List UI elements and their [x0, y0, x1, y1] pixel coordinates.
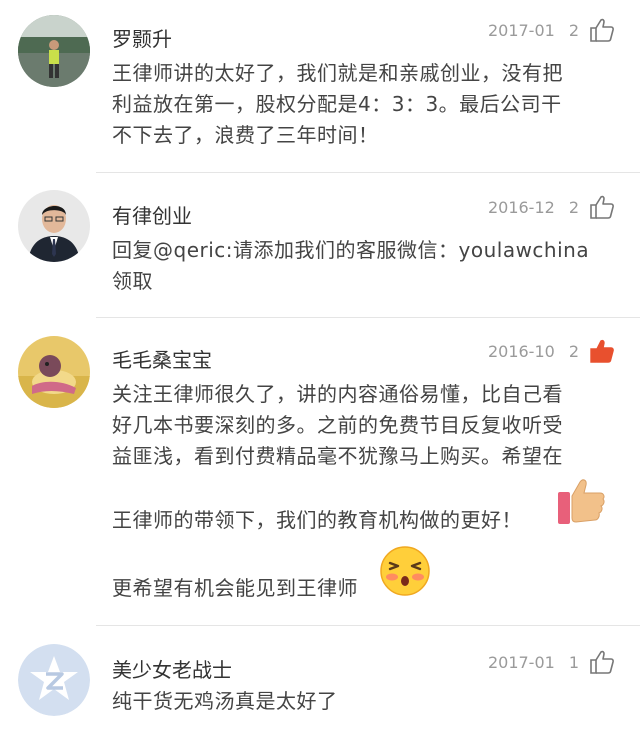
comment-meta: 2016-10 2 — [488, 338, 615, 364]
comment-item: 有律创业 2016-12 2 回复@qeric:请添加我们的客服微信：youla… — [0, 173, 640, 316]
comment-meta: 2016-12 2 — [488, 194, 615, 220]
comment-date: 2017-01 — [487, 20, 555, 40]
comment-text: 纯干货无鸡汤真是太好了 — [112, 686, 617, 717]
commenter-name[interactable]: 有律创业 — [112, 200, 192, 229]
thumbs-up-liked-icon[interactable] — [589, 338, 615, 364]
comment-text-continued: 更希望有机会能见到王律师 — [112, 573, 617, 604]
comment-line: 王律师的带领下，我们的教育机构做的更好！ — [112, 508, 522, 532]
commenter-name[interactable]: 毛毛桑宝宝 — [112, 344, 212, 373]
comment-item: 罗颢升 2017-01 2 王律师讲的太好了，我们就是和亲戚创业，没有把 利益放… — [0, 0, 640, 172]
comment-line: 更希望有机会能见到王律师 — [112, 576, 358, 600]
default-z-avatar-icon — [18, 644, 90, 716]
comment-line: 益匪浅，看到付费精品毫不犹豫马上购买。希望在 — [112, 444, 563, 468]
avatar[interactable] — [18, 190, 90, 262]
blushing-face-emoji-icon — [380, 546, 430, 596]
comment-meta: 2017-01 2 — [488, 17, 615, 43]
like-count: 2 — [568, 197, 579, 217]
man-in-suit-avatar-icon — [18, 190, 90, 262]
runner-avatar-icon — [18, 15, 90, 87]
comment-line: 关注王律师很久了，讲的内容通俗易懂，比自己看 — [112, 382, 563, 406]
avatar[interactable] — [18, 336, 90, 408]
toy-avatar-icon — [18, 336, 90, 408]
commenter-name[interactable]: 罗颢升 — [112, 23, 172, 52]
comment-line: 好几本书要深刻的多。之前的免费节目反复收听受 — [112, 413, 563, 437]
comment-text-continued: 王律师的带领下，我们的教育机构做的更好！ — [112, 505, 617, 536]
comment-meta: 2017-01 1 — [488, 649, 615, 675]
comment-date: 2016-12 — [487, 197, 555, 217]
avatar[interactable] — [18, 644, 90, 716]
comment-line: 王律师讲的太好了，我们就是和亲戚创业，没有把 — [112, 61, 563, 85]
comment-text: 王律师讲的太好了，我们就是和亲戚创业，没有把 利益放在第一，股权分配是4：3：3… — [112, 58, 617, 151]
comment-text: 关注王律师很久了，讲的内容通俗易懂，比自己看 好几本书要深刻的多。之前的免费节目… — [112, 379, 617, 472]
comment-line: 回复@qeric:请添加我们的客服微信：youlawchina — [112, 238, 590, 262]
comment-line: 领取 — [112, 269, 153, 293]
comment-line: 不下去了，浪费了三年时间！ — [112, 123, 379, 147]
comment-text: 回复@qeric:请添加我们的客服微信：youlawchina 领取 — [112, 235, 617, 297]
like-count: 2 — [568, 341, 579, 361]
thumbs-up-icon[interactable] — [589, 649, 615, 675]
comment-item: 美少女老战士 2017-01 1 纯干货无鸡汤真是太好了 — [0, 626, 640, 736]
comment-line: 利益放在第一，股权分配是4：3：3。最后公司干 — [112, 92, 562, 116]
like-count: 2 — [568, 20, 579, 40]
comment-date: 2017-01 — [487, 652, 555, 672]
comment-item: 毛毛桑宝宝 2016-10 2 关注王律师很久了，讲的内容通俗易懂，比自己看 好… — [0, 318, 640, 624]
commenter-name[interactable]: 美少女老战士 — [112, 654, 232, 683]
thumbs-up-icon[interactable] — [589, 17, 615, 43]
comment-line: 纯干货无鸡汤真是太好了 — [112, 689, 338, 713]
like-count: 1 — [568, 652, 579, 672]
thumbs-up-emoji-icon — [558, 479, 605, 524]
comment-date: 2016-10 — [487, 341, 555, 361]
thumbs-up-icon[interactable] — [589, 194, 615, 220]
avatar[interactable] — [18, 15, 90, 87]
